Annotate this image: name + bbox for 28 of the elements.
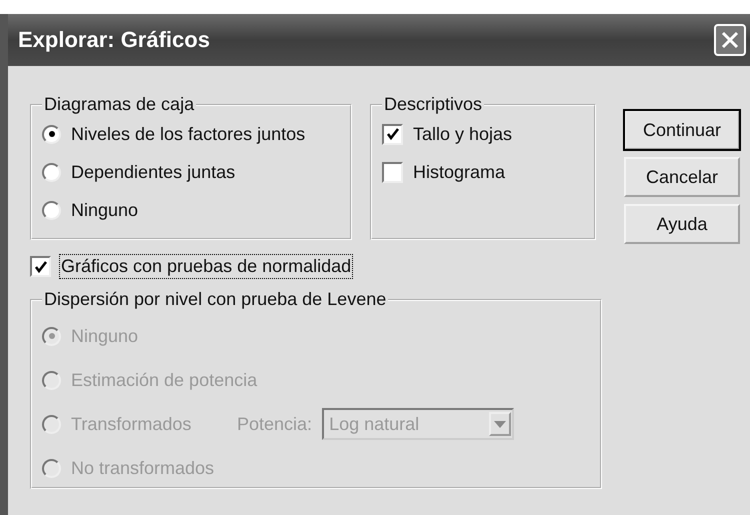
group-label: Descriptivos (383, 94, 484, 115)
option-label: Dependientes juntas (71, 162, 236, 182)
group-label: Dispersión por nivel con prueba de Levene (43, 289, 388, 310)
group-label: Diagramas de caja (43, 94, 196, 115)
option-label: Histograma (413, 162, 506, 182)
dialog-button[interactable]: Cancelar (624, 157, 740, 197)
checkbox-label: Gráficos con pruebas de normalidad (61, 256, 352, 277)
radio-button[interactable] (42, 200, 61, 220)
check-icon (386, 127, 400, 141)
option-label: Transformados (71, 414, 192, 434)
check-icon (34, 260, 48, 274)
radio-button[interactable] (42, 162, 61, 182)
option-label: Ninguno (71, 326, 140, 346)
close-icon (719, 29, 741, 51)
option-label: Tallo y hojas (413, 124, 512, 144)
checkbox[interactable] (30, 256, 51, 277)
option-label: Estimación de potencia (71, 370, 258, 390)
option-label: Ninguno (71, 200, 138, 220)
option-label: No transformados (71, 458, 216, 478)
dialog-button[interactable]: Continuar (624, 110, 740, 150)
radio-button[interactable] (42, 124, 61, 144)
option-label: Niveles de los factores juntos (71, 124, 306, 144)
checkbox[interactable] (382, 162, 403, 182)
field-label: Potencia: (237, 414, 312, 434)
close-button[interactable] (714, 24, 746, 56)
window-title: Explorar: Gráficos (18, 27, 210, 53)
checkbox[interactable] (382, 124, 403, 144)
dialog-button[interactable]: Ayuda (624, 204, 740, 244)
